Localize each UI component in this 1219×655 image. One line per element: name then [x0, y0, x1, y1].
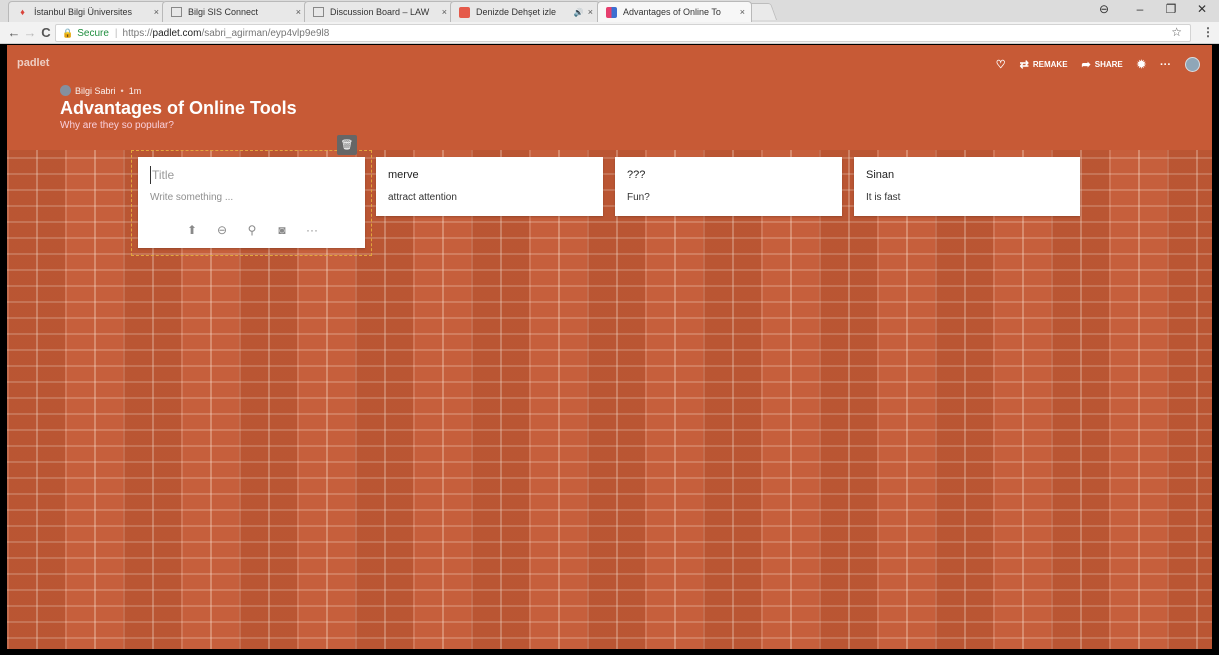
browser-tab-sis-connect[interactable]: Bilgi SIS Connect ×: [162, 1, 308, 22]
browser-menu-icon[interactable]: ⋮: [1202, 25, 1214, 39]
padlet-icon: [606, 6, 617, 18]
post-title-input[interactable]: [150, 166, 350, 184]
wall-title: Advantages of Online Tools: [60, 98, 297, 118]
post-body: attract attention: [388, 192, 457, 203]
author-time: 1m: [128, 85, 142, 96]
post-card[interactable]: ??? Fun?: [615, 157, 842, 216]
post-title: ???: [627, 169, 646, 181]
upload-icon[interactable]: ⬆: [185, 223, 199, 237]
tab-title: Bilgi SIS Connect: [188, 7, 259, 17]
page-icon: [171, 7, 182, 17]
share-icon: ➦: [1081, 59, 1091, 71]
back-button[interactable]: ←: [6, 25, 22, 41]
profile-icon[interactable]: ⊖: [1092, 2, 1116, 16]
padlet-logo[interactable]: padlet: [17, 57, 49, 69]
gear-icon[interactable]: ✹: [1137, 58, 1146, 71]
delete-post-button[interactable]: 🗑: [337, 135, 357, 155]
tab-close-icon[interactable]: ×: [154, 7, 159, 17]
page-icon: [313, 7, 324, 17]
wall-subtitle: Why are they so popular?: [60, 120, 174, 131]
restore-button[interactable]: ❐: [1159, 2, 1183, 16]
share-label: SHARE: [1094, 60, 1123, 69]
tab-title: Denizde Dehşet izle: [476, 7, 557, 17]
more-icon[interactable]: ···: [1160, 59, 1171, 71]
flame-icon: ♦: [20, 7, 25, 17]
reload-button[interactable]: C: [38, 25, 54, 41]
post-card[interactable]: Sinan It is fast: [854, 157, 1080, 216]
post-body: It is fast: [866, 192, 901, 203]
remake-button[interactable]: ⇄ REMAKE: [1020, 58, 1068, 71]
remake-label: REMAKE: [1032, 60, 1068, 69]
url-host: padlet.com: [152, 27, 202, 39]
tab-close-icon[interactable]: ×: [588, 7, 593, 17]
attachment-toolbar: ⬆ ⊖ ⚲ ◙ ···: [185, 223, 319, 237]
wall-toolbar: ♡ ⇄ REMAKE ➦ SHARE ✹ ···: [996, 57, 1200, 72]
author-separator: •: [120, 85, 124, 96]
browser-tab-bilgi-university[interactable]: ♦ İstanbul Bilgi Üniversites ×: [8, 1, 166, 22]
post-title: Sinan: [866, 169, 895, 181]
user-avatar[interactable]: [1185, 57, 1200, 72]
camera-icon[interactable]: ◙: [275, 223, 289, 237]
wall-header: padlet ♡ ⇄ REMAKE ➦ SHARE ✹ ··· Bilgi Sa…: [7, 45, 1212, 150]
browser-tab-strip: ♦ İstanbul Bilgi Üniversites × Bilgi SIS…: [0, 0, 1219, 22]
post-body: Fun?: [627, 192, 650, 203]
tab-title: Advantages of Online To: [623, 7, 721, 17]
url-scheme: https://: [122, 27, 153, 39]
author-avatar: [60, 85, 71, 96]
wall-author: Bilgi Sabri • 1m: [60, 85, 141, 96]
heart-icon[interactable]: ♡: [996, 58, 1006, 71]
url-separator: |: [114, 27, 118, 39]
post-editor: ⬆ ⊖ ⚲ ◙ ···: [138, 157, 365, 248]
search-icon[interactable]: ⚲: [245, 223, 259, 237]
post-card[interactable]: merve attract attention: [376, 157, 603, 216]
forward-button[interactable]: →: [22, 25, 38, 41]
video-icon: [459, 6, 470, 18]
lock-icon: 🔒: [62, 27, 74, 38]
tab-title: Discussion Board – LAW: [330, 7, 430, 17]
more-attachments-icon[interactable]: ···: [305, 223, 319, 237]
tab-close-icon[interactable]: ×: [740, 7, 745, 17]
link-icon[interactable]: ⊖: [215, 223, 229, 237]
url-field[interactable]: 🔒 Secure | https:// padlet.com /sabri_ag…: [55, 24, 1191, 42]
secure-label: Secure: [77, 27, 109, 39]
address-bar: ← → C 🔒 Secure | https:// padlet.com /sa…: [0, 22, 1219, 44]
browser-tab-advantages[interactable]: Advantages of Online To ×: [597, 1, 752, 22]
tab-close-icon[interactable]: ×: [442, 7, 447, 17]
close-window-button[interactable]: ✕: [1190, 2, 1214, 16]
post-body-input[interactable]: [150, 192, 350, 208]
author-name: Bilgi Sabri: [75, 85, 116, 96]
tab-close-icon[interactable]: ×: [296, 7, 301, 17]
padlet-wall: padlet ♡ ⇄ REMAKE ➦ SHARE ✹ ··· Bilgi Sa…: [7, 45, 1212, 649]
post-title: merve: [388, 169, 419, 181]
browser-tab-denizde-dehset[interactable]: Denizde Dehşet izle 🔊 ×: [450, 1, 600, 22]
url-path: /sabri_agirman/eyp4vlp9e9l8: [201, 27, 330, 39]
tab-title: İstanbul Bilgi Üniversites: [34, 7, 133, 17]
audio-icon[interactable]: 🔊: [574, 8, 584, 17]
share-button[interactable]: ➦ SHARE: [1082, 58, 1123, 71]
trash-icon: 🗑: [340, 139, 354, 151]
minimize-button[interactable]: –: [1128, 2, 1152, 16]
bookmark-star-icon[interactable]: ☆: [1171, 25, 1182, 39]
browser-tab-discussion-board[interactable]: Discussion Board – LAW ×: [304, 1, 454, 22]
remake-icon: ⇄: [1019, 59, 1029, 71]
